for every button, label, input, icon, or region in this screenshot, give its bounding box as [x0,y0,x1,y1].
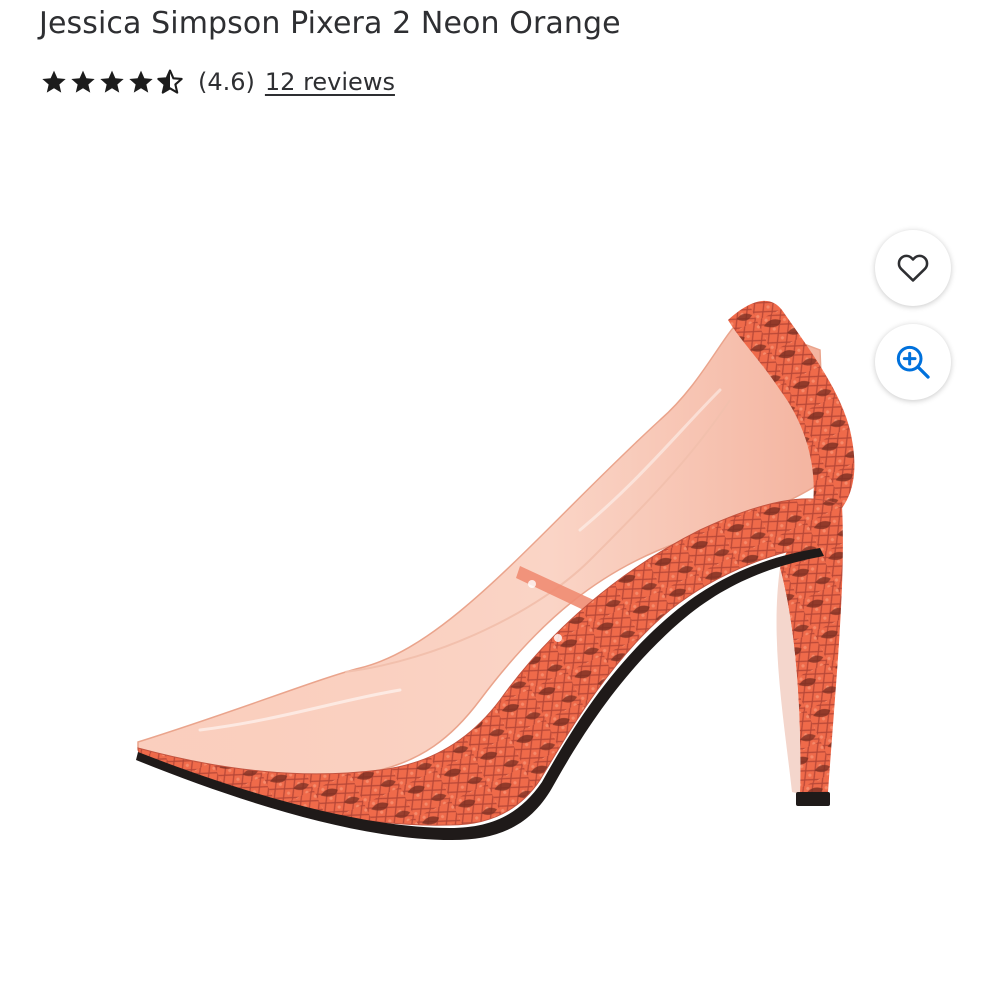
star-full-icon [129,70,153,93]
rating-value: (4.6) [198,68,255,96]
star-rating [40,68,184,96]
star-full-icon [100,70,124,93]
favorite-button[interactable] [875,230,951,306]
rating-summary: (4.6) 12 reviews [40,62,395,102]
zoom-button[interactable] [875,324,951,400]
star-full-icon [71,70,95,93]
product-page: Jessica Simpson Pixera 2 Neon Orange (4.… [0,0,1000,1000]
product-title: Jessica Simpson Pixera 2 Neon Orange [39,6,621,41]
reviews-link[interactable]: 12 reviews [265,68,395,96]
zoom-in-icon [896,345,930,379]
star-half-icon [157,69,183,94]
heart-icon [897,254,929,282]
product-image[interactable] [120,280,880,840]
star-full-icon [42,70,66,93]
